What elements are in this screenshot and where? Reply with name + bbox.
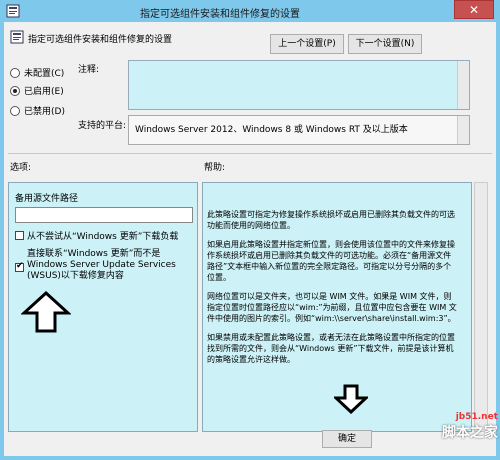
policy-window: 指定可选组件安装和组件修复的设置 ✕ 指定可选组件安装和组件修复的设置 上一个设… [0,0,500,460]
radio-label: 未配置(C) [24,69,65,79]
never-wu-label: 从不尝试从“Windows 更新”下载负载 [27,232,179,242]
radio-disabled[interactable]: 已禁用(D) [10,104,65,117]
platform-field: Windows Server 2012、Windows 8 或 Windows … [128,115,470,145]
comment-textarea[interactable] [128,60,470,110]
help-paragraph: 如果启用此策略设置并指定新位置，则会使用该位置中的文件来修复操作系统损坏或启用已… [207,240,455,282]
help-paragraph: 如果禁用或未配置此策略设置，或者无法在此策略设置中所指定的位置找到所需的文件，则… [207,333,455,364]
never-wu-checkbox[interactable] [15,231,24,240]
down-arrow-icon [334,384,368,414]
options-panel: 备用源文件路径 从不尝试从“Windows 更新”下载负载 直接联系“Windo… [8,182,198,432]
help-scrollbar[interactable] [474,182,488,432]
dialog-body: 指定可选组件安装和组件修复的设置 上一个设置(P) 下一个设置(N) 未配置(C… [4,22,496,456]
setting-icon [10,30,24,44]
radio-circle[interactable] [10,67,20,78]
contact-wu-label: 直接联系“Windows 更新”而不是 Windows Server Updat… [27,249,176,281]
divider [8,153,492,154]
platform-value: Windows Server 2012、Windows 8 或 Windows … [135,125,408,135]
contact-wu-checkbox[interactable] [15,261,24,272]
platform-label: 支持的平台: [78,121,127,131]
radio-not-configured[interactable]: 未配置(C) [10,66,64,79]
radio-enabled[interactable]: 已启用(E) [10,84,64,97]
platform-scrollbar[interactable] [457,116,469,144]
help-paragraph: 网络位置可以是文件夹，也可以是 WIM 文件。如果是 WIM 文件，则指定位置时… [207,292,457,323]
alt-source-input[interactable] [15,207,193,223]
title-bar[interactable]: 指定可选组件安装和组件修复的设置 ✕ [0,0,500,22]
watermark-name: 脚本之家 [442,425,498,441]
radio-circle[interactable] [10,85,20,96]
help-paragraph: 此策略设置可指定为修复操作系统损坏或启用已删除其负载文件的可选功能而使用的网络位… [207,210,455,230]
window-title: 指定可选组件安装和组件修复的设置 [140,9,300,20]
close-button[interactable]: ✕ [454,0,494,19]
radio-label: 已启用(E) [24,87,64,97]
help-text: 此策略设置可指定为修复操作系统损坏或启用已删除其负载文件的可选功能而使用的网络位… [207,209,457,373]
radio-circle[interactable] [10,105,20,116]
policy-title: 指定可选组件安装和组件修复的设置 [28,35,173,45]
up-arrow-icon [21,291,71,333]
alt-source-label: 备用源文件路径 [15,194,79,204]
comment-scrollbar[interactable] [457,61,469,109]
comment-label: 注释: [78,65,100,75]
watermark: jb51.net 脚本之家 [408,412,498,456]
ok-button[interactable]: 确定 [322,430,372,448]
previous-setting-button[interactable]: 上一个设置(P) [270,34,344,54]
next-setting-button[interactable]: 下一个设置(N) [348,34,422,54]
radio-label: 已禁用(D) [24,107,65,117]
options-label: 选项: [10,163,32,173]
watermark-site: jb51.net [455,412,498,422]
help-label: 帮助: [204,163,226,173]
